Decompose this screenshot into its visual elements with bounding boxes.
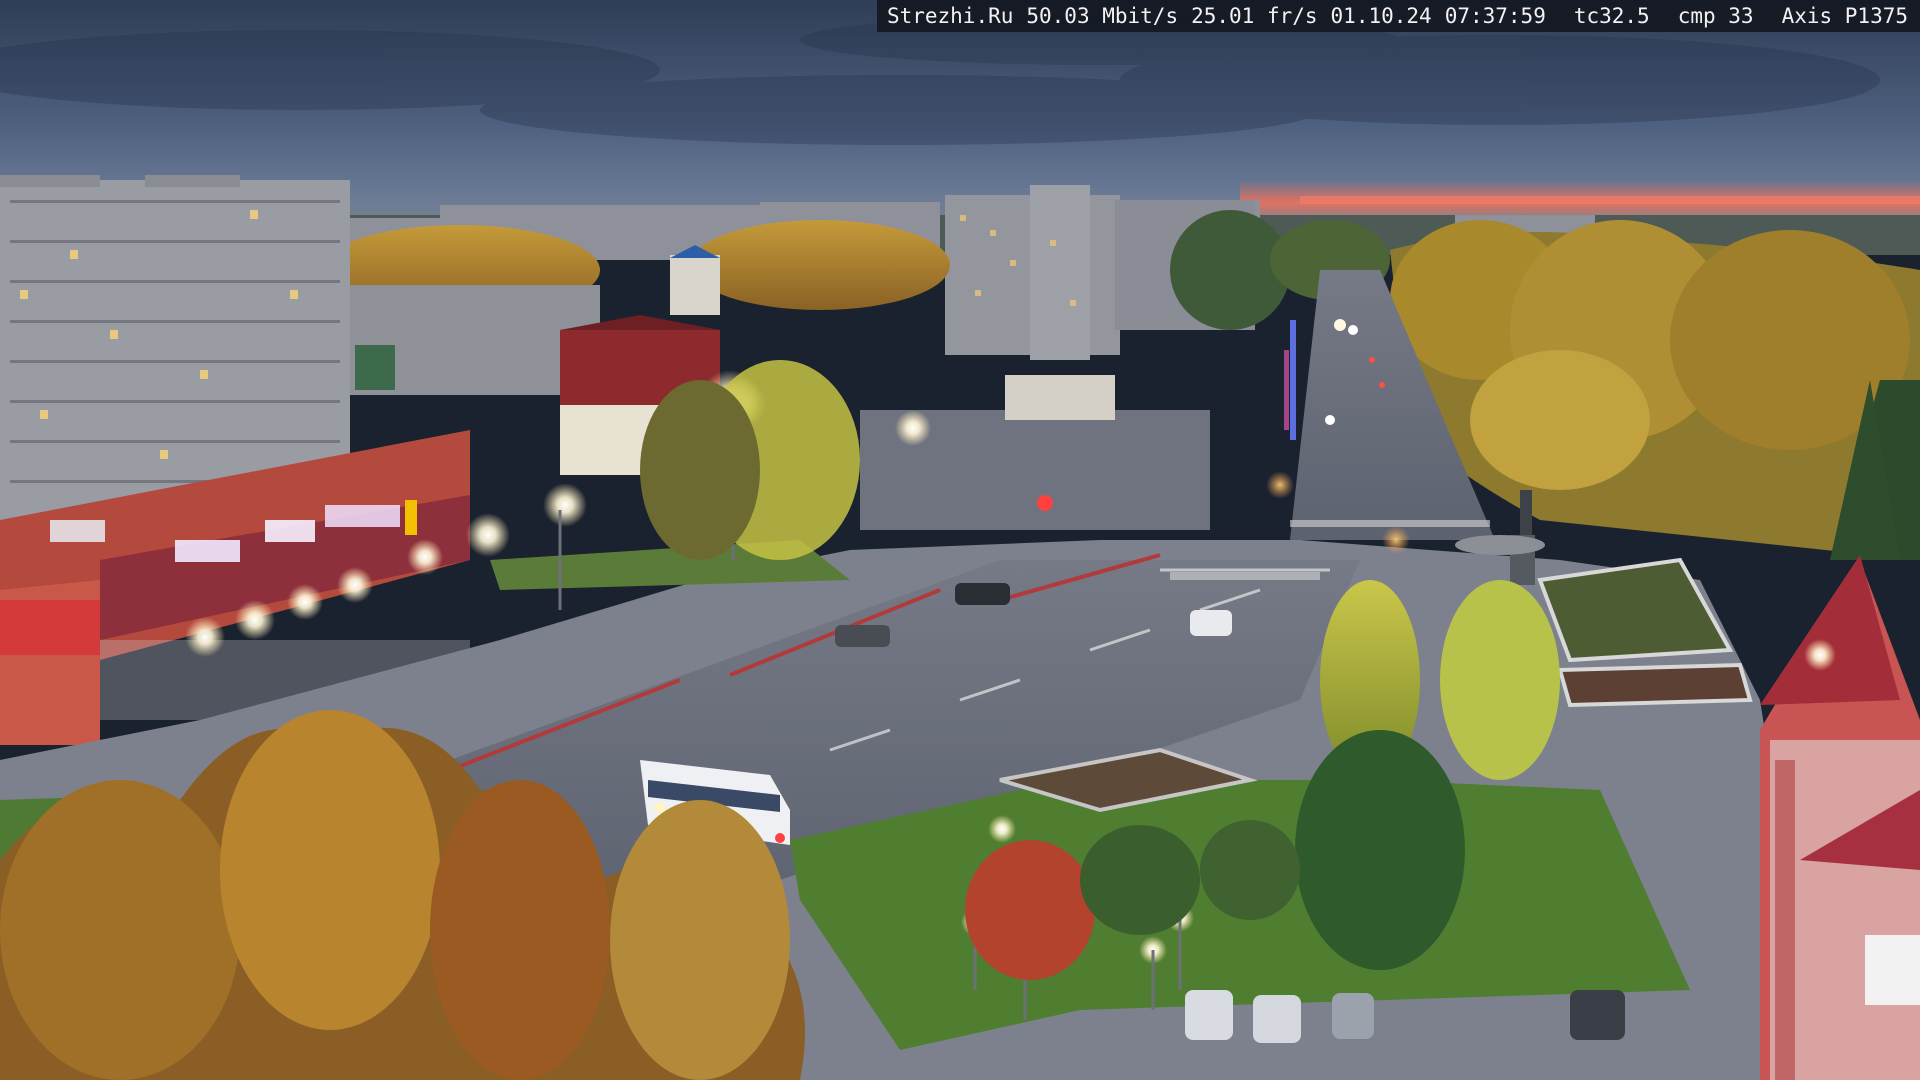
osd-camera: Axis P1375 — [1781, 4, 1908, 28]
osd-cmp: cmp 33 — [1677, 4, 1754, 28]
pavilion — [1005, 375, 1115, 420]
osd-site: Strezhi.Ru — [886, 4, 1014, 28]
right-red-building — [1760, 555, 1920, 1080]
osd-time: 07:37:59 — [1444, 4, 1546, 28]
osd-tc: tc32.5 — [1573, 4, 1650, 28]
osd-date: 01.10.24 — [1330, 4, 1432, 28]
osd-framerate: 25.01 fr/s — [1191, 4, 1318, 28]
camera-view — [0, 0, 1920, 1080]
christmas-lights — [1284, 320, 1296, 440]
flower-bed-right — [1537, 557, 1734, 663]
osd-bitrate: 50.03 Mbit/s — [1026, 4, 1179, 28]
camera-osd-overlay: Strezhi.Ru 50.03 Mbit/s 25.01 fr/s 01.10… — [876, 0, 1920, 32]
